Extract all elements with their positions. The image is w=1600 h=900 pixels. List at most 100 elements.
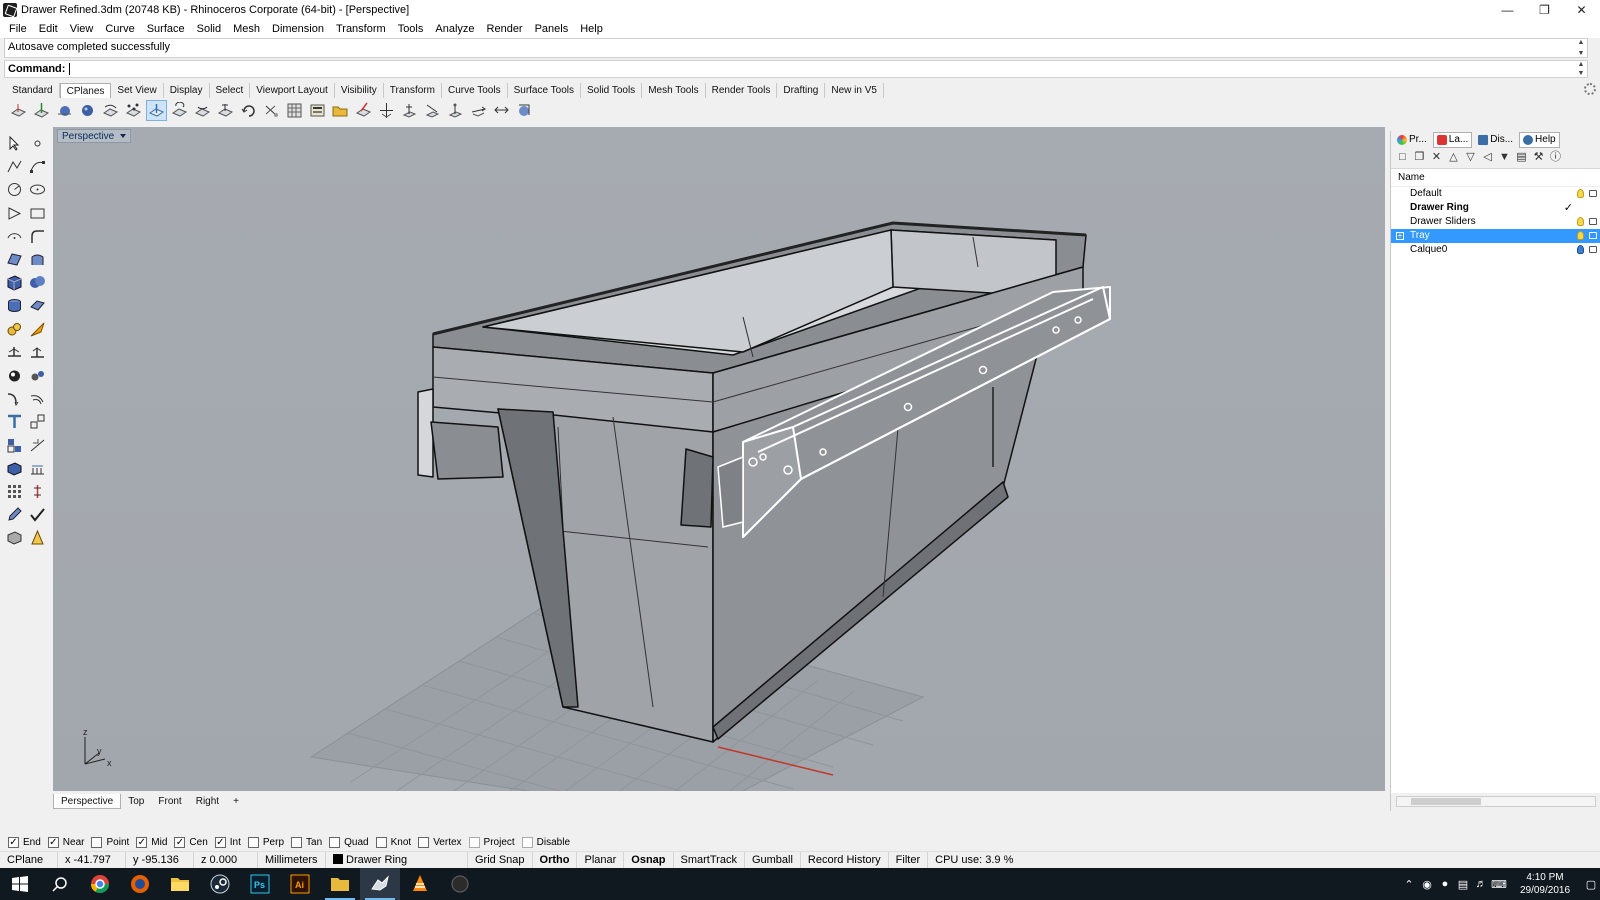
layer-list[interactable]: Name Default Drawer Ring ✓ Drawer Slider… [1391, 168, 1600, 793]
material-icon[interactable] [4, 527, 25, 548]
notifications-icon[interactable]: ▢ [1582, 868, 1600, 900]
menu-surface[interactable]: Surface [141, 23, 191, 35]
menu-edit[interactable]: Edit [33, 23, 64, 35]
extrude-solid-icon[interactable] [4, 458, 25, 479]
osnap-mid[interactable]: Mid [136, 837, 167, 848]
light-bulb-icon[interactable] [1577, 189, 1584, 198]
grid-snap-toggle[interactable]: Grid Snap [468, 851, 533, 869]
tab-perspective[interactable]: Perspective [53, 793, 122, 809]
new-sublayer-icon[interactable]: ❐ [1413, 151, 1426, 164]
lock-objects-icon[interactable] [27, 365, 48, 386]
file-explorer-icon[interactable] [160, 868, 200, 900]
viewport-title-menu[interactable]: Perspective [57, 129, 132, 143]
drafting-pencil-icon[interactable] [4, 504, 25, 525]
circle-icon[interactable] [4, 179, 25, 200]
layer-row-tray[interactable]: + Tray [1391, 229, 1600, 243]
patch-surface-icon[interactable] [27, 295, 48, 316]
unity-icon[interactable] [440, 868, 480, 900]
ellipse-icon[interactable] [27, 179, 48, 200]
folder-icon[interactable] [320, 868, 360, 900]
tab-mesh-tools[interactable]: Mesh Tools [642, 82, 706, 98]
tab-curve-tools[interactable]: Curve Tools [442, 82, 508, 98]
osnap-toggle[interactable]: Osnap [624, 851, 674, 869]
new-layer-icon[interactable]: □ [1396, 151, 1409, 164]
arc-icon[interactable] [4, 226, 25, 247]
mesh-gear-icon[interactable] [4, 319, 25, 340]
scrollbar-thumb[interactable] [1411, 798, 1481, 805]
light-bulb-icon[interactable] [1577, 231, 1584, 240]
restore-button[interactable]: ❐ [1526, 0, 1563, 20]
menu-dimension[interactable]: Dimension [266, 23, 330, 35]
checkbox[interactable] [47, 837, 59, 848]
tab-top[interactable]: Top [121, 794, 151, 809]
hide-objects-icon[interactable] [4, 365, 25, 386]
discord-icon[interactable]: ◉ [1418, 868, 1436, 900]
move-down-icon[interactable]: ▽ [1464, 151, 1477, 164]
cplane-rotate-y-icon[interactable] [192, 100, 213, 121]
checkbox[interactable] [418, 837, 430, 848]
tab-surface-tools[interactable]: Surface Tools [508, 82, 581, 98]
render-icon[interactable] [27, 319, 48, 340]
osnap-tan[interactable]: Tan [291, 837, 322, 848]
cplane-rotate-x-icon[interactable] [169, 100, 190, 121]
command-line-scrollbar[interactable]: ▲ ▼ [1575, 61, 1587, 77]
array-icon[interactable] [27, 458, 48, 479]
windows-start-icon[interactable] [0, 868, 40, 900]
menu-file[interactable]: File [3, 23, 33, 35]
cplane-through-point-icon[interactable] [353, 100, 374, 121]
grid-icon[interactable] [284, 100, 305, 121]
light-bulb-icon[interactable] [1577, 245, 1584, 254]
cplane-elevation-icon[interactable] [8, 100, 29, 121]
firefox-icon[interactable] [120, 868, 160, 900]
delete-layer-icon[interactable]: ✕ [1430, 151, 1443, 164]
join-icon[interactable] [4, 435, 25, 456]
menu-panels[interactable]: Panels [529, 23, 575, 35]
cplane-front-icon[interactable] [399, 100, 420, 121]
checkbox[interactable] [136, 837, 148, 848]
layer-row-default[interactable]: Default [1391, 187, 1600, 201]
checkbox[interactable] [8, 837, 19, 848]
boolean-union-icon[interactable] [27, 272, 48, 293]
filter-icon[interactable]: ▼ [1498, 151, 1511, 164]
cplane-indicator[interactable]: CPlane [0, 851, 58, 869]
vlc-icon[interactable] [400, 868, 440, 900]
cplane-z-axis-icon[interactable] [31, 100, 52, 121]
smarttrack-toggle[interactable]: SmartTrack [674, 851, 745, 869]
layer-list-scrollbar[interactable] [1396, 796, 1596, 807]
cplane-to-view-icon[interactable] [376, 100, 397, 121]
light-bulb-icon[interactable] [1577, 217, 1584, 226]
menu-render[interactable]: Render [481, 23, 529, 35]
unlock-icon[interactable] [1589, 190, 1597, 197]
osnap-cen[interactable]: Cen [174, 837, 208, 848]
curve-control-points-icon[interactable] [27, 156, 48, 177]
photoshop-icon[interactable]: Ps [240, 868, 280, 900]
command-history-scrollbar[interactable]: ▲ ▼ [1575, 39, 1587, 57]
layer-row-calque0[interactable]: Calque0 [1391, 243, 1600, 257]
osnap-vertex[interactable]: Vertex [418, 837, 462, 848]
tab-visibility[interactable]: Visibility [335, 82, 384, 98]
trim-icon[interactable] [4, 411, 25, 432]
command-history[interactable]: Autosave completed successfully ▲ ▼ [4, 38, 1588, 58]
cplane-object-icon[interactable] [54, 100, 75, 121]
extrude-curve-icon[interactable] [27, 249, 48, 270]
chevron-up-icon[interactable]: ⌃ [1400, 868, 1418, 900]
tab-cplanes[interactable]: CPlanes [59, 82, 112, 98]
cplane-bottom-icon[interactable] [491, 100, 512, 121]
cplane-curve-icon[interactable] [100, 100, 121, 121]
checkbox[interactable] [291, 837, 303, 848]
checkbox[interactable] [521, 837, 533, 848]
tab-drafting[interactable]: Drafting [777, 82, 826, 98]
osnap-end[interactable]: End [8, 837, 41, 848]
osnap-int[interactable]: Int [214, 837, 241, 848]
menu-analyze[interactable]: Analyze [429, 23, 480, 35]
checkbox[interactable] [329, 837, 341, 848]
unlock-icon[interactable] [1589, 232, 1597, 239]
osnap-knot[interactable]: Knot [375, 837, 411, 848]
select-arrow-icon[interactable] [4, 133, 25, 154]
rhino-icon[interactable] [360, 868, 400, 900]
menu-mesh[interactable]: Mesh [227, 23, 266, 35]
unlock-icon[interactable] [1589, 218, 1597, 225]
named-cplanes-icon[interactable] [307, 100, 328, 121]
tab-viewport-layout[interactable]: Viewport Layout [250, 82, 335, 98]
column-header-name[interactable]: Name [1391, 169, 1600, 187]
